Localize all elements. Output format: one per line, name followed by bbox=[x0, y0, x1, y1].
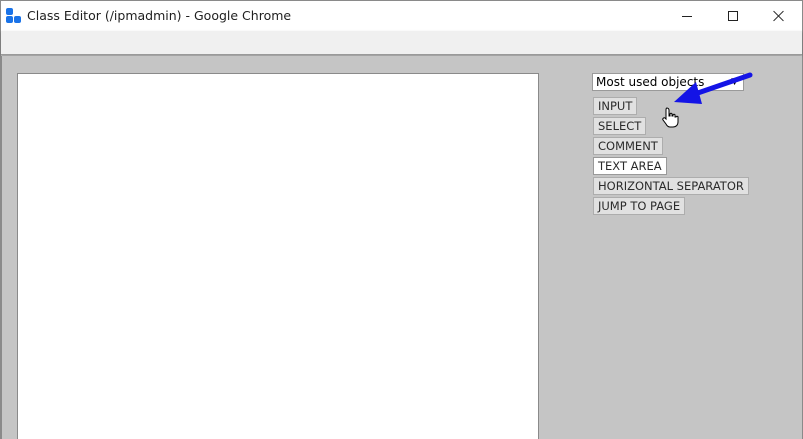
left-border bbox=[1, 56, 2, 439]
maximize-button[interactable] bbox=[710, 1, 756, 31]
hand-cursor-icon bbox=[662, 107, 679, 128]
form-canvas[interactable] bbox=[17, 73, 539, 439]
select-button[interactable]: SELECT bbox=[593, 117, 647, 135]
browser-window: Class Editor (/ipmadmin) - Google Chrome… bbox=[0, 0, 803, 439]
close-icon bbox=[773, 10, 785, 22]
close-button[interactable] bbox=[756, 1, 802, 31]
minimize-icon bbox=[682, 15, 692, 17]
title-bar[interactable]: Class Editor (/ipmadmin) - Google Chrome bbox=[1, 1, 802, 31]
input-button[interactable]: INPUT bbox=[593, 97, 638, 115]
maximize-icon bbox=[728, 11, 738, 21]
pointer-arrow-icon bbox=[674, 72, 753, 104]
horizontal-separator-button[interactable]: HORIZONTAL SEPARATOR bbox=[593, 177, 749, 195]
comment-button[interactable]: COMMENT bbox=[593, 137, 663, 155]
minimize-button[interactable] bbox=[664, 1, 710, 31]
jump-to-page-button[interactable]: JUMP TO PAGE bbox=[593, 197, 686, 215]
toolbar bbox=[1, 31, 802, 55]
window-title: Class Editor (/ipmadmin) - Google Chrome bbox=[27, 8, 292, 23]
text-area-button[interactable]: TEXT AREA bbox=[593, 157, 667, 175]
app-icon bbox=[6, 8, 22, 24]
